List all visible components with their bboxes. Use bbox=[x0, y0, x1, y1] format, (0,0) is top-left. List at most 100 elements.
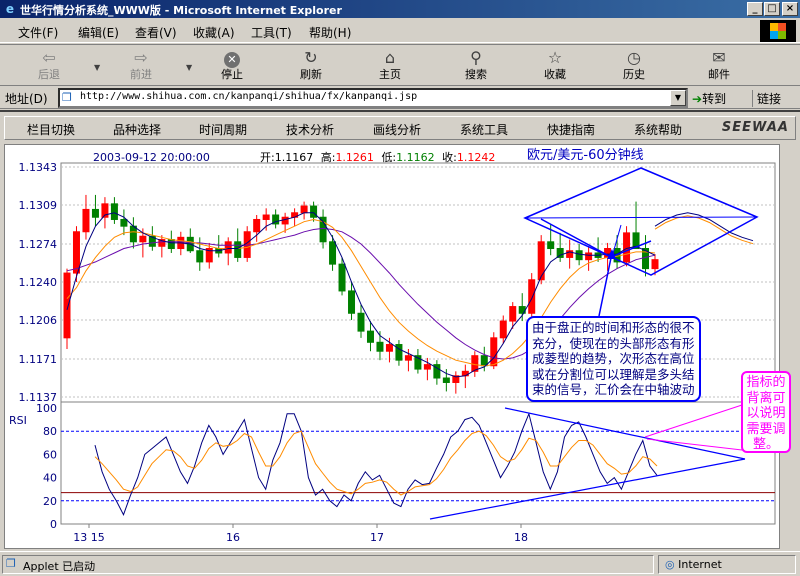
page-icon: ❐ bbox=[62, 91, 72, 104]
status-bar: ❐ Applet 已启动 ◎ Internet bbox=[0, 551, 800, 576]
app-menu-column-switch[interactable]: 栏目切换 bbox=[27, 121, 75, 138]
app-menu-technical-analysis[interactable]: 技术分析 bbox=[286, 121, 334, 138]
menu-file[interactable]: 文件(F) bbox=[18, 24, 58, 41]
rsi-note-pointer-1 bbox=[644, 404, 743, 438]
diamond-axis bbox=[524, 216, 758, 219]
status-text: Applet 已启动 bbox=[23, 560, 96, 573]
ie-icon: e bbox=[5, 2, 15, 16]
window-titlebar: e 世华行情分析系统_WWW版 - Microsoft Internet Exp… bbox=[0, 0, 800, 18]
candle-body bbox=[376, 341, 384, 352]
app-menu-quick-guide[interactable]: 快捷指南 bbox=[547, 121, 595, 138]
price-tick-label: 1.1309 bbox=[19, 199, 58, 212]
back-label: 后退 bbox=[38, 68, 60, 81]
rsi-tick-label: 80 bbox=[43, 425, 57, 438]
candle-body bbox=[499, 320, 507, 339]
address-url[interactable]: http://www.shihua.com.cn/kanpanqi/shihua… bbox=[80, 91, 417, 102]
menu-favorites[interactable]: 收藏(A) bbox=[193, 24, 235, 41]
applet-status-icon: ❐ bbox=[6, 557, 16, 570]
candle-body bbox=[575, 250, 583, 261]
internet-zone-icon: ◎ bbox=[665, 558, 675, 571]
x-tick-label: 16 bbox=[226, 531, 240, 544]
stop-label: 停止 bbox=[221, 68, 243, 81]
search-icon: ⚲ bbox=[470, 48, 482, 67]
price-tick-label: 1.1343 bbox=[19, 161, 58, 174]
candle-body bbox=[253, 218, 261, 233]
candle-body bbox=[196, 250, 204, 263]
rsi-tick-label: 60 bbox=[43, 448, 57, 461]
candle-body bbox=[509, 306, 517, 322]
close-value: 1.1242 bbox=[457, 151, 496, 164]
search-button[interactable]: ⚲ 搜索 bbox=[449, 48, 503, 84]
forward-button[interactable]: ⇨ 前进 bbox=[114, 48, 168, 84]
candle-body bbox=[528, 279, 536, 314]
favorites-label: 收藏 bbox=[544, 68, 566, 81]
mail-label: 邮件 bbox=[708, 68, 730, 81]
candle-body bbox=[329, 241, 337, 265]
address-dropdown-icon[interactable]: ▼ bbox=[670, 90, 686, 106]
app-menu-drawing-analysis[interactable]: 画线分析 bbox=[373, 121, 421, 138]
rsi-line-1 bbox=[94, 412, 658, 516]
close-button[interactable]: × bbox=[782, 2, 798, 16]
candle-body bbox=[167, 239, 175, 250]
main-annotation-box: 由于盘正的时间和形态的很不充分，使现在的头部形态有形成菱型的趋势，次形态在高位或… bbox=[526, 316, 701, 402]
candle-body bbox=[262, 214, 270, 220]
candle-body bbox=[357, 312, 365, 332]
history-label: 历史 bbox=[623, 68, 645, 81]
rsi-tick-label: 100 bbox=[36, 402, 57, 415]
menu-view[interactable]: 查看(V) bbox=[135, 24, 177, 41]
logo-text: SEEWAA bbox=[721, 120, 789, 135]
menu-help[interactable]: 帮助(H) bbox=[309, 24, 351, 41]
app-menu-system-help[interactable]: 系统帮助 bbox=[634, 121, 682, 138]
candle-body bbox=[490, 337, 498, 367]
instrument-title: 欧元/美元-60分钟线 bbox=[527, 147, 644, 163]
go-button[interactable]: ➔转到 bbox=[692, 90, 726, 107]
stop-button[interactable]: ✕ 停止 bbox=[205, 48, 259, 84]
candle-body bbox=[547, 241, 555, 250]
rsi-annotation-text: 指标的背离可以说明需要调整。 bbox=[746, 375, 786, 452]
main-annotation-text: 由于盘正的时间和形态的很不充分，使现在的头部形态有形成菱型的趋势，次形态在高位或… bbox=[532, 320, 695, 397]
forecast-mid-line bbox=[654, 215, 754, 245]
home-icon: ⌂ bbox=[384, 48, 396, 67]
refresh-button[interactable]: ↻ 刷新 bbox=[284, 48, 338, 84]
app-menu-symbol-select[interactable]: 品种选择 bbox=[113, 121, 161, 138]
high-value: 1.1261 bbox=[335, 151, 374, 164]
minimize-button[interactable]: _ bbox=[747, 2, 763, 16]
seewaa-logo: SEEWAA bbox=[722, 120, 789, 135]
price-tick-label: 1.1240 bbox=[19, 276, 58, 289]
mail-icon: ✉ bbox=[712, 48, 726, 67]
rsi-support-line bbox=[429, 458, 746, 520]
status-zone-panel: ◎ Internet bbox=[658, 555, 796, 574]
candle-body bbox=[423, 364, 431, 370]
windows-logo-icon bbox=[760, 20, 796, 42]
maximize-button[interactable]: □ bbox=[764, 2, 780, 16]
app-menu-time-period[interactable]: 时间周期 bbox=[199, 121, 247, 138]
history-button[interactable]: ◷ 历史 bbox=[607, 48, 661, 84]
favorites-button[interactable]: ☆ 收藏 bbox=[528, 48, 582, 84]
open-value: 1.1167 bbox=[275, 151, 314, 164]
back-dropdown-icon[interactable]: ▼ bbox=[94, 63, 100, 72]
address-input[interactable]: ❐ http://www.shihua.com.cn/kanpanqi/shih… bbox=[58, 88, 688, 108]
back-button[interactable]: ⇦ 后退 bbox=[22, 48, 76, 84]
candle-body bbox=[585, 252, 593, 261]
candle-body bbox=[91, 208, 99, 218]
home-button[interactable]: ⌂ 主页 bbox=[363, 48, 417, 84]
applet-area: 栏目切换 品种选择 时间周期 技术分析 画线分析 系统工具 快捷指南 系统帮助 … bbox=[0, 110, 800, 550]
low-value: 1.1162 bbox=[396, 151, 435, 164]
rsi-tick-label: 20 bbox=[43, 495, 57, 508]
price-tick-label: 1.1274 bbox=[19, 238, 58, 251]
app-menu-system-tools[interactable]: 系统工具 bbox=[460, 121, 508, 138]
candle-body bbox=[72, 231, 80, 274]
candle-body bbox=[395, 344, 403, 361]
links-button[interactable]: 链接 bbox=[752, 90, 781, 107]
address-label: 地址(D) bbox=[5, 92, 48, 106]
status-zone: ◎ Internet bbox=[665, 558, 722, 571]
rsi-chart: RSI 100 80 60 40 20 0 bbox=[9, 402, 775, 531]
price-tick-label: 1.1171 bbox=[19, 353, 58, 366]
close-label: 收: bbox=[442, 150, 457, 164]
high-label: 高: bbox=[321, 150, 336, 164]
mail-button[interactable]: ✉ 邮件 bbox=[692, 48, 746, 84]
forward-dropdown-icon[interactable]: ▼ bbox=[186, 63, 192, 72]
menu-edit[interactable]: 编辑(E) bbox=[78, 24, 119, 41]
favorites-icon: ☆ bbox=[547, 48, 563, 67]
menu-tools[interactable]: 工具(T) bbox=[251, 24, 292, 41]
